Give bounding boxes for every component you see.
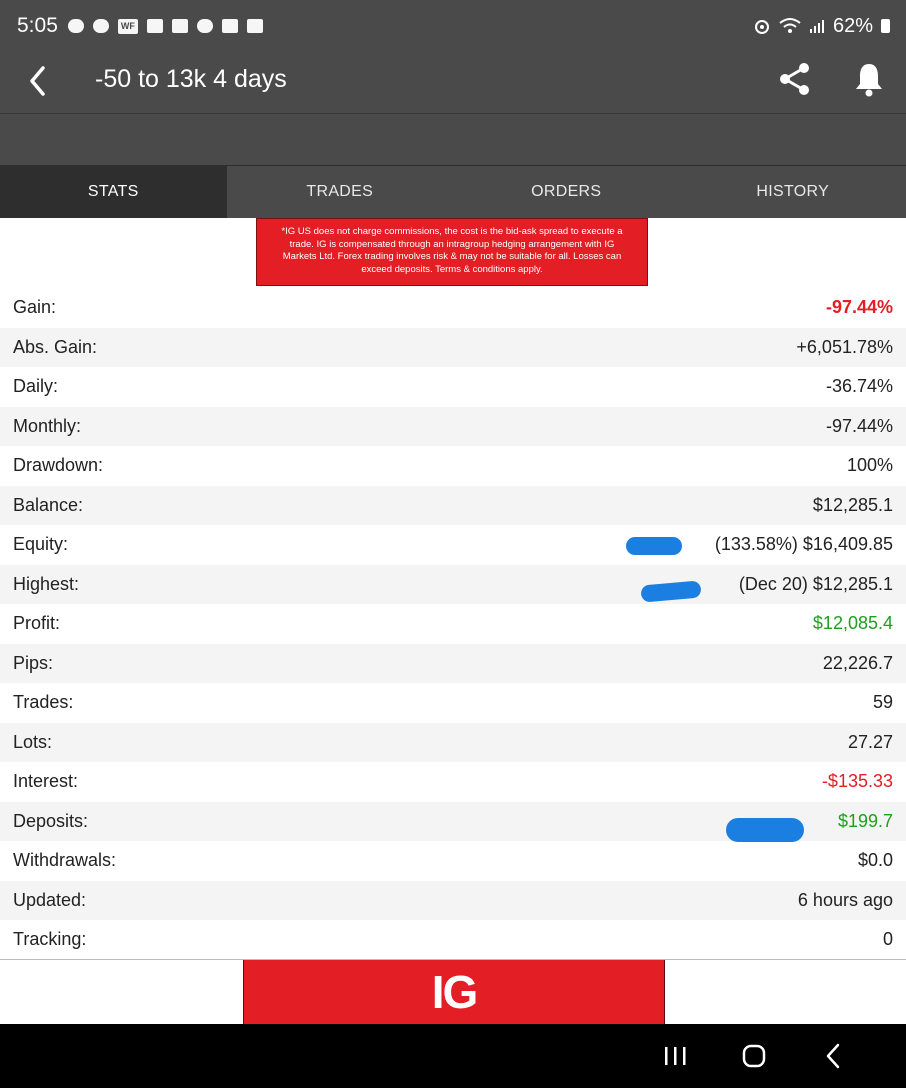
system-back-button[interactable]: [819, 1042, 849, 1070]
upload-icon: [221, 19, 238, 33]
notification-bell-button[interactable]: [852, 60, 886, 98]
stat-row-interest: Interest: -$135.33: [0, 762, 906, 802]
stat-label: Profit:: [13, 613, 61, 634]
stat-label: Drawdown:: [13, 455, 104, 476]
stat-label: Withdrawals:: [13, 850, 117, 871]
tab-trades[interactable]: TRADES: [227, 166, 454, 218]
wf-app-icon: WF: [117, 18, 138, 34]
tab-stats[interactable]: STATS: [0, 166, 227, 218]
stat-value: 27.27: [847, 731, 893, 752]
stat-value: 0: [882, 929, 893, 950]
redaction-scribble: [626, 537, 682, 555]
stat-label: Lots:: [13, 731, 53, 752]
signal-icon: [809, 20, 824, 33]
stat-label: Interest:: [13, 771, 79, 792]
stat-value: -$135.33: [821, 771, 893, 792]
app-bar: -50 to 13k 4 days: [0, 52, 906, 114]
redaction-scribble: [726, 817, 804, 842]
wifi-icon: [779, 18, 801, 33]
stat-row-equity: Equity: (133.58%) $16,409.85: [0, 525, 906, 565]
hotspot-icon: [754, 20, 769, 34]
stat-row-trades: Trades: 59: [0, 683, 906, 723]
stat-row-lots: Lots: 27.27: [0, 722, 906, 762]
share-button[interactable]: [776, 60, 814, 98]
stat-label: Abs. Gain:: [13, 336, 98, 357]
ad-disclaimer-banner[interactable]: *IG US does not charge commissions, the …: [256, 218, 648, 286]
system-indicators: 62%: [753, 15, 890, 38]
stat-label: Updated:: [13, 889, 87, 910]
notification-icons: WF: [67, 18, 263, 34]
stat-value: -36.74%: [825, 376, 893, 397]
stats-table: Gain: -97.44% Abs. Gain: +6,051.78% Dail…: [0, 288, 906, 960]
toolbar-strip: [0, 114, 906, 166]
stat-label: Equity:: [13, 534, 69, 555]
stat-label: Monthly:: [13, 415, 82, 436]
status-time: 5:05: [17, 14, 58, 37]
app-icon: [196, 19, 213, 33]
tab-history[interactable]: HISTORY: [680, 166, 906, 218]
stat-row-updated: Updated: 6 hours ago: [0, 880, 906, 920]
stat-value: -97.44%: [825, 297, 893, 318]
stat-value: (Dec 20) $12,285.1: [738, 573, 893, 594]
stat-value: $12,285.1: [812, 494, 893, 515]
redaction-scribble: [640, 579, 702, 603]
stat-row-balance: Balance: $12,285.1: [0, 485, 906, 525]
page-title: -50 to 13k 4 days: [95, 65, 287, 93]
status-bar: 5:05 WF 62%: [0, 0, 906, 52]
stat-row-abs-gain: Abs. Gain: +6,051.78%: [0, 327, 906, 367]
recent-apps-button[interactable]: [660, 1042, 690, 1070]
stat-label: Tracking:: [13, 929, 87, 950]
stat-label: Gain:: [13, 297, 57, 318]
stat-value: (133.58%) $16,409.85: [714, 534, 893, 555]
stat-row-withdrawals: Withdrawals: $0.0: [0, 841, 906, 881]
stat-value: 6 hours ago: [797, 889, 893, 910]
screenshot-icon: [171, 19, 188, 33]
stat-value: -97.44%: [825, 415, 893, 436]
stat-value: $12,085.4: [812, 613, 893, 634]
stat-label: Daily:: [13, 376, 59, 397]
stat-row-tracking: Tracking: 0: [0, 920, 906, 960]
system-nav-bar: [0, 1024, 906, 1088]
ad-disclaimer-text: *IG US does not charge commissions, the …: [281, 226, 623, 275]
stat-label: Deposits:: [13, 810, 89, 831]
ig-logo[interactable]: IG: [243, 960, 665, 1024]
message-icon: [92, 19, 109, 33]
battery-icon: [881, 19, 890, 33]
stat-row-gain: Gain: -97.44%: [0, 288, 906, 328]
stat-row-drawdown: Drawdown: 100%: [0, 446, 906, 486]
stat-value: $0.0: [857, 850, 893, 871]
stat-row-profit: Profit: $12,085.4: [0, 604, 906, 644]
stat-value: $199.7: [837, 810, 893, 831]
stat-row-monthly: Monthly: -97.44%: [0, 406, 906, 446]
stat-value: +6,051.78%: [796, 336, 893, 357]
stat-row-daily: Daily: -36.74%: [0, 367, 906, 407]
footer-ad-banner[interactable]: IG: [0, 959, 906, 1025]
tab-bar: STATS TRADES ORDERS HISTORY: [0, 166, 906, 218]
stat-value: 22,226.7: [822, 652, 893, 673]
stat-label: Highest:: [13, 573, 80, 594]
battery-percent: 62%: [832, 14, 873, 37]
stat-value: 59: [872, 692, 893, 713]
stat-label: Balance:: [13, 494, 84, 515]
gallery-icon: [146, 19, 163, 33]
stat-value: 100%: [846, 455, 893, 476]
tab-orders[interactable]: ORDERS: [453, 166, 680, 218]
home-button[interactable]: [739, 1042, 769, 1070]
stat-label: Trades:: [13, 692, 74, 713]
calendar-icon: [246, 19, 263, 33]
stat-row-pips: Pips: 22,226.7: [0, 643, 906, 683]
stat-label: Pips:: [13, 652, 54, 673]
gamepad-icon: [67, 19, 84, 33]
back-button[interactable]: [22, 64, 56, 98]
stat-row-deposits: Deposits: $199.7: [0, 801, 906, 842]
stat-row-highest: Highest: (Dec 20) $12,285.1: [0, 564, 906, 604]
